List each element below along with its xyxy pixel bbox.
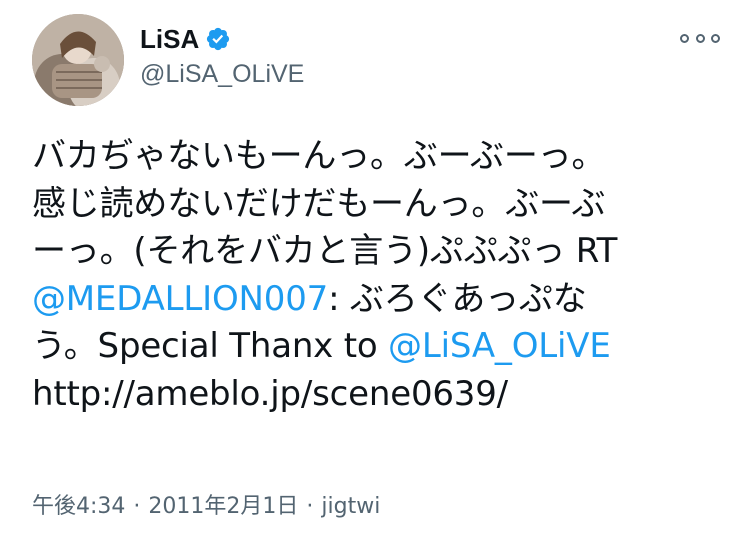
display-name[interactable]: LiSA [140, 24, 199, 55]
tweet-time[interactable]: 午後4:34 [32, 494, 125, 519]
profile-photo-icon [32, 14, 124, 106]
tweet-line: ーっ。(それをバカと言う)ぷぷぷっ RT [32, 231, 618, 271]
tweet-date[interactable]: 2011年2月1日 [148, 494, 298, 519]
tweet-line: @MEDALLION007: ぶろぐあっぷな [32, 276, 722, 324]
dot-icon [680, 33, 689, 43]
tweet-source[interactable]: jigtwi [321, 494, 380, 519]
tweet-line: 感じ読めないだけだもーんっ。ぶーぶ [32, 183, 606, 224]
tweet-line: バカぢゃないもーんっ。ぶーぶーっ。 [32, 136, 606, 176]
tweet-card: LiSA @LiSA_OLiVE バカぢゃないもーんっ。ぶーぶーっ。 感じ読めな… [0, 0, 750, 546]
dot-icon [711, 33, 720, 43]
tweet-line: う。Special Thanx to @LiSA_OLiVE [32, 323, 722, 371]
separator: · [133, 494, 141, 519]
mention-link[interactable]: @MEDALLION007 [32, 279, 328, 319]
dot-icon [695, 33, 705, 43]
tweet-metadata: 午後4:34 · 2011年2月1日 · jigtwi [32, 488, 380, 520]
user-name-row: LiSA [140, 22, 231, 56]
tweet-text: バカぢゃないもーんっ。ぶーぶーっ。 感じ読めないだけだもーんっ。ぶーぶ ーっ。(… [32, 133, 722, 418]
more-options-icon[interactable] [680, 30, 720, 46]
separator: · [306, 494, 314, 519]
mention-link[interactable]: @LiSA_OLiVE [388, 326, 611, 366]
tweet-text-fragment: : ぶろぐあっぷな [328, 278, 587, 319]
tweet-text-fragment: う。Special Thanx to [32, 326, 389, 366]
url-link[interactable]: http://ameblo.jp/scene0639/ [32, 371, 722, 419]
user-handle[interactable]: @LiSA_OLiVE [140, 60, 304, 89]
verified-badge-icon [205, 26, 231, 52]
avatar[interactable] [32, 14, 124, 106]
